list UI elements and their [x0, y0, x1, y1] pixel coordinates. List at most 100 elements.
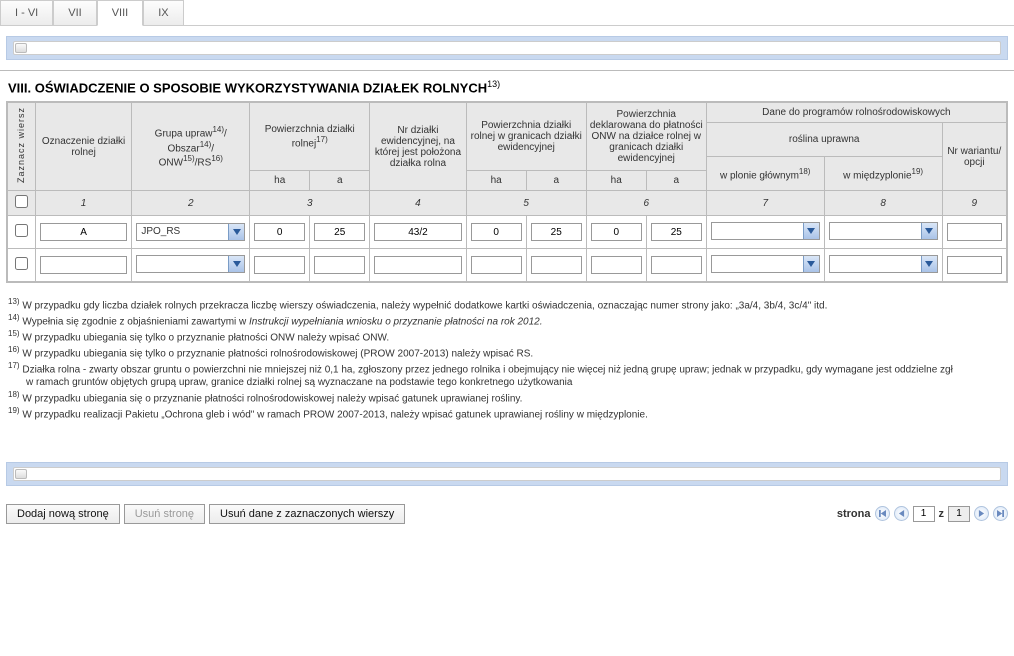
scroll-track-bottom[interactable] — [13, 467, 1001, 481]
footnote-19: W przypadku realizacji Pakietu „Ochrona … — [22, 409, 648, 420]
section-title: VIII. OŚWIADCZENIE O SPOSOBIE WYKORZYSTY… — [0, 70, 1014, 101]
tab-viii[interactable]: VIII — [97, 0, 144, 26]
pow-ha-input[interactable] — [254, 223, 305, 241]
scroll-thumb-bottom[interactable] — [15, 469, 27, 479]
scroll-track-top[interactable] — [13, 41, 1001, 55]
delete-selected-rows-button[interactable]: Usuń dane z zaznaczonych wierszy — [209, 504, 405, 524]
plon-glowny-value — [712, 256, 803, 272]
data-grid: Zaznacz wiersz Oznaczenie działki rolnej… — [6, 101, 1008, 283]
footnote-13: W przypadku gdy liczba działek rolnych p… — [22, 301, 827, 312]
col-num-9: 9 — [942, 191, 1006, 216]
pager: strona z — [837, 506, 1008, 522]
chevron-down-icon[interactable] — [803, 256, 819, 272]
miedzyplon-combo[interactable] — [829, 255, 938, 273]
chevron-down-icon[interactable] — [921, 256, 937, 272]
chevron-down-icon[interactable] — [228, 256, 244, 272]
chevron-down-icon[interactable] — [921, 223, 937, 239]
footnote-14-em: Instrukcji wypełniania wniosku o przyzna… — [249, 317, 543, 328]
pow-ha-input[interactable] — [254, 256, 305, 274]
onw-ha-input[interactable] — [591, 223, 642, 241]
next-page-icon[interactable] — [974, 506, 989, 521]
scroll-thumb-top[interactable] — [15, 43, 27, 53]
header-nr-dzialki: Nr działki ewidencyjnej, na której jest … — [370, 103, 466, 191]
pager-label: strona — [837, 508, 871, 520]
oznaczenie-input[interactable] — [40, 256, 127, 274]
nr-dzialki-input[interactable] — [374, 256, 461, 274]
col-num-1: 1 — [35, 191, 131, 216]
header-a-3: a — [646, 171, 706, 191]
footnote-14-pre: Wypełnia się zgodnie z objaśnieniami zaw… — [22, 317, 249, 328]
nr-dzialki-input[interactable] — [374, 223, 461, 241]
gran-a-input[interactable] — [531, 256, 582, 274]
check-all[interactable] — [15, 195, 28, 208]
header-dane-prog: Dane do programów rolnośrodowiskowych — [706, 103, 1006, 123]
plon-glowny-combo[interactable] — [711, 255, 820, 273]
onw-a-input[interactable] — [651, 223, 702, 241]
first-page-icon[interactable] — [875, 506, 890, 521]
header-plon-glowny: w plonie głównym18) — [706, 157, 824, 191]
col-num-6: 6 — [586, 191, 706, 216]
last-page-icon[interactable] — [993, 506, 1008, 521]
plon-glowny-combo[interactable] — [711, 222, 820, 240]
footnote-17b: w ramach gruntów objętych grupą upraw, g… — [26, 377, 572, 388]
wariant-input[interactable] — [947, 223, 1002, 241]
header-ha-2: ha — [466, 171, 526, 191]
header-miedzyplon: w międzyplonie19) — [824, 157, 942, 191]
footnote-15: W przypadku ubiegania się tylko o przyzn… — [22, 332, 389, 343]
row-check[interactable] — [15, 257, 28, 270]
grupa-combo[interactable]: JPO_RS — [136, 223, 245, 241]
page-current-input[interactable] — [913, 506, 935, 522]
header-ha-1: ha — [250, 171, 310, 191]
header-ha-3: ha — [586, 171, 646, 191]
col-num-3: 3 — [250, 191, 370, 216]
tab-bar: I - VI VII VIII IX — [0, 0, 1014, 26]
header-zaznacz: Zaznacz wiersz — [8, 103, 36, 191]
row-check[interactable] — [15, 224, 28, 237]
actions-row: Dodaj nową stronę Usuń stronę Usuń dane … — [0, 496, 1014, 538]
tab-ix[interactable]: IX — [143, 0, 183, 25]
chevron-down-icon[interactable] — [228, 224, 244, 240]
grupa-value: JPO_RS — [137, 224, 228, 240]
gran-ha-input[interactable] — [471, 223, 522, 241]
col-num-8: 8 — [824, 191, 942, 216]
page-total-display — [948, 506, 970, 522]
wariant-input[interactable] — [947, 256, 1002, 274]
prev-page-icon[interactable] — [894, 506, 909, 521]
top-scroll-bar — [6, 36, 1008, 60]
header-pow-onw: Powierzchnia deklarowana do płatności ON… — [586, 103, 706, 171]
pow-a-input[interactable] — [314, 256, 365, 274]
col-num-check — [8, 191, 36, 216]
header-pow-granice: Powierzchnia działki rolnej w granicach … — [466, 103, 586, 171]
onw-ha-input[interactable] — [591, 256, 642, 274]
delete-page-button[interactable]: Usuń stronę — [124, 504, 205, 524]
miedzyplon-value — [830, 223, 921, 239]
pow-a-input[interactable] — [314, 223, 365, 241]
footnote-17a: Działka rolna - zwarty obszar gruntu o p… — [22, 364, 953, 375]
miedzyplon-combo[interactable] — [829, 222, 938, 240]
plon-glowny-value — [712, 223, 803, 239]
header-oznaczenie: Oznaczenie działki rolnej — [35, 103, 131, 191]
section-title-sup: 13) — [487, 79, 500, 89]
tab-i-vi[interactable]: I - VI — [0, 0, 53, 25]
header-a-1: a — [310, 171, 370, 191]
section-title-text: VIII. OŚWIADCZENIE O SPOSOBIE WYKORZYSTY… — [8, 80, 487, 95]
gran-ha-input[interactable] — [471, 256, 522, 274]
chevron-down-icon[interactable] — [803, 223, 819, 239]
header-a-2: a — [526, 171, 586, 191]
grupa-combo[interactable] — [136, 255, 245, 273]
footnote-18: W przypadku ubiegania się o przyznanie p… — [22, 393, 522, 404]
table-row — [8, 249, 1007, 282]
col-num-5: 5 — [466, 191, 586, 216]
col-num-7: 7 — [706, 191, 824, 216]
tab-vii[interactable]: VII — [53, 0, 96, 25]
oznaczenie-input[interactable] — [40, 223, 127, 241]
add-page-button[interactable]: Dodaj nową stronę — [6, 504, 120, 524]
pager-sep: z — [939, 508, 945, 520]
gran-a-input[interactable] — [531, 223, 582, 241]
miedzyplon-value — [830, 256, 921, 272]
header-nr-war: Nr wariantu/ opcji — [942, 123, 1006, 191]
onw-a-input[interactable] — [651, 256, 702, 274]
col-num-4: 4 — [370, 191, 466, 216]
header-pow-rolnej: Powierzchnia działki rolnej17) — [250, 103, 370, 171]
table-row: JPO_RS — [8, 216, 1007, 249]
